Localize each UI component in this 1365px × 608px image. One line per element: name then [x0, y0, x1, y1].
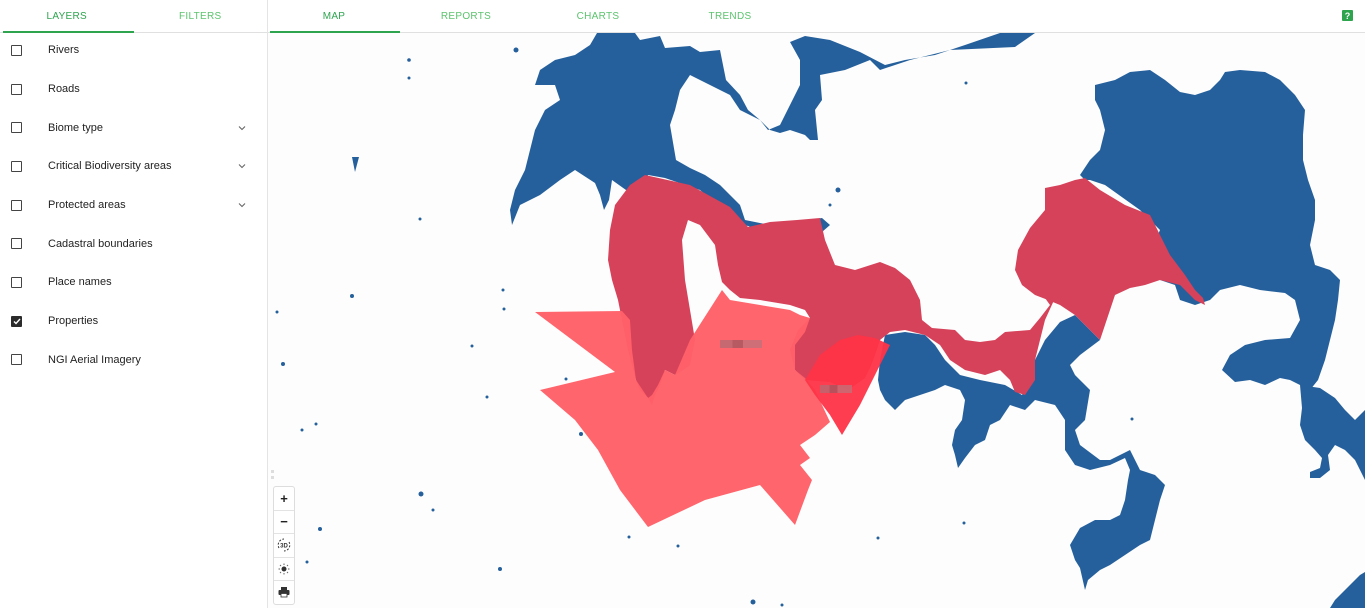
- water-speck: [318, 527, 322, 531]
- map-layers: [275, 33, 1365, 608]
- layer-label: Rivers: [48, 44, 80, 57]
- layer-list: Rivers Roads Biome type Critical Biodive…: [0, 31, 267, 379]
- water-speck: [431, 508, 435, 512]
- water-speck: [962, 521, 966, 525]
- layer-label: Cadastral boundaries: [48, 237, 153, 250]
- layer-label: Biome type: [48, 121, 104, 134]
- chevron-down-icon[interactable]: [236, 199, 248, 211]
- toggle-3d-button[interactable]: 3D: [274, 534, 294, 558]
- water-body: [510, 33, 1035, 235]
- water-speck: [314, 422, 318, 426]
- water-speck: [485, 395, 489, 399]
- water-speck: [750, 599, 756, 605]
- water-speck: [305, 560, 309, 564]
- checkbox[interactable]: [11, 199, 22, 211]
- checkbox-checked[interactable]: [11, 315, 22, 327]
- water-speck: [501, 288, 505, 292]
- sidebar-tabs: LAYERS FILTERS: [0, 0, 267, 33]
- water-speck: [418, 217, 422, 221]
- sun-icon: [278, 563, 290, 575]
- checkbox[interactable]: [11, 238, 22, 250]
- chevron-down-icon[interactable]: [236, 160, 248, 172]
- layer-label: Critical Biodiversity areas: [48, 160, 172, 173]
- water-speck: [418, 491, 424, 497]
- layer-item-cadastral-boundaries[interactable]: Cadastral boundaries: [0, 224, 267, 263]
- layer-label: Roads: [48, 83, 80, 96]
- layer-item-rivers[interactable]: Rivers: [0, 31, 267, 70]
- water-speck: [407, 76, 411, 80]
- water-body: [1330, 572, 1365, 608]
- zoom-out-button[interactable]: −: [274, 511, 294, 534]
- layer-item-biome-type[interactable]: Biome type: [0, 108, 267, 147]
- layer-item-place-names[interactable]: Place names: [0, 263, 267, 302]
- checkbox[interactable]: [11, 354, 22, 366]
- water-speck: [498, 567, 502, 571]
- lighting-button[interactable]: [274, 558, 294, 581]
- sidebar: LAYERS FILTERS Rivers Roads Biome type C…: [0, 0, 268, 608]
- print-button[interactable]: [274, 581, 294, 604]
- tab-charts[interactable]: CHARTS: [532, 0, 664, 32]
- water-speck: [407, 58, 411, 62]
- tab-trends[interactable]: TRENDS: [664, 0, 796, 32]
- water-speck: [835, 187, 841, 193]
- water-speck: [1130, 417, 1134, 421]
- water-speck: [564, 377, 568, 381]
- layer-item-protected-areas[interactable]: Protected areas: [0, 186, 267, 225]
- drag-handle[interactable]: [271, 470, 275, 482]
- layer-item-ngi-aerial-imagery[interactable]: NGI Aerial Imagery: [0, 341, 267, 380]
- tab-filters[interactable]: FILTERS: [134, 0, 268, 32]
- water-speck: [780, 603, 784, 607]
- water-speck: [281, 362, 285, 366]
- zoom-in-button[interactable]: +: [274, 487, 294, 511]
- rotate-3d-icon: 3D: [277, 538, 291, 552]
- printer-icon: [278, 587, 290, 598]
- water-speck: [828, 203, 832, 207]
- property-label-redacted: [720, 340, 762, 348]
- water-speck: [1006, 42, 1010, 46]
- water-speck: [350, 294, 354, 298]
- layer-label: Properties: [48, 315, 99, 328]
- tab-layers[interactable]: LAYERS: [0, 0, 134, 33]
- checkbox[interactable]: [11, 44, 22, 56]
- map-controls: + − 3D: [273, 486, 295, 605]
- checkbox[interactable]: [11, 160, 22, 172]
- layer-item-roads[interactable]: Roads: [0, 70, 267, 109]
- chevron-down-icon[interactable]: [236, 122, 248, 134]
- map-canvas[interactable]: [268, 33, 1365, 608]
- app-root: LAYERS FILTERS Rivers Roads Biome type C…: [0, 0, 1365, 608]
- water-speck: [579, 432, 583, 436]
- property-label-redacted: [820, 385, 852, 393]
- checkbox[interactable]: [11, 83, 22, 95]
- water-speck: [352, 157, 359, 172]
- svg-text:3D: 3D: [280, 544, 288, 550]
- checkbox[interactable]: [11, 276, 22, 288]
- layer-label: NGI Aerial Imagery: [48, 353, 141, 366]
- check-icon: [13, 318, 21, 325]
- water-body: [1300, 385, 1365, 480]
- water-speck: [502, 307, 506, 311]
- top-navigation: MAP REPORTS CHARTS TRENDS ?: [268, 0, 1365, 33]
- layer-label: Protected areas: [48, 199, 126, 212]
- tab-reports[interactable]: REPORTS: [400, 0, 532, 32]
- tab-map[interactable]: MAP: [268, 0, 400, 33]
- layer-item-properties[interactable]: Properties: [0, 302, 267, 341]
- water-speck: [676, 544, 680, 548]
- water-speck: [470, 344, 474, 348]
- layer-item-critical-biodiversity-areas[interactable]: Critical Biodiversity areas: [0, 147, 267, 186]
- checkbox[interactable]: [11, 122, 22, 134]
- water-speck: [300, 428, 304, 432]
- water-speck: [876, 536, 880, 540]
- water-speck: [627, 535, 631, 539]
- water-speck: [964, 81, 968, 85]
- layer-label: Place names: [48, 276, 112, 289]
- water-speck: [513, 47, 519, 53]
- help-button[interactable]: ?: [1342, 10, 1353, 21]
- water-speck: [275, 310, 279, 314]
